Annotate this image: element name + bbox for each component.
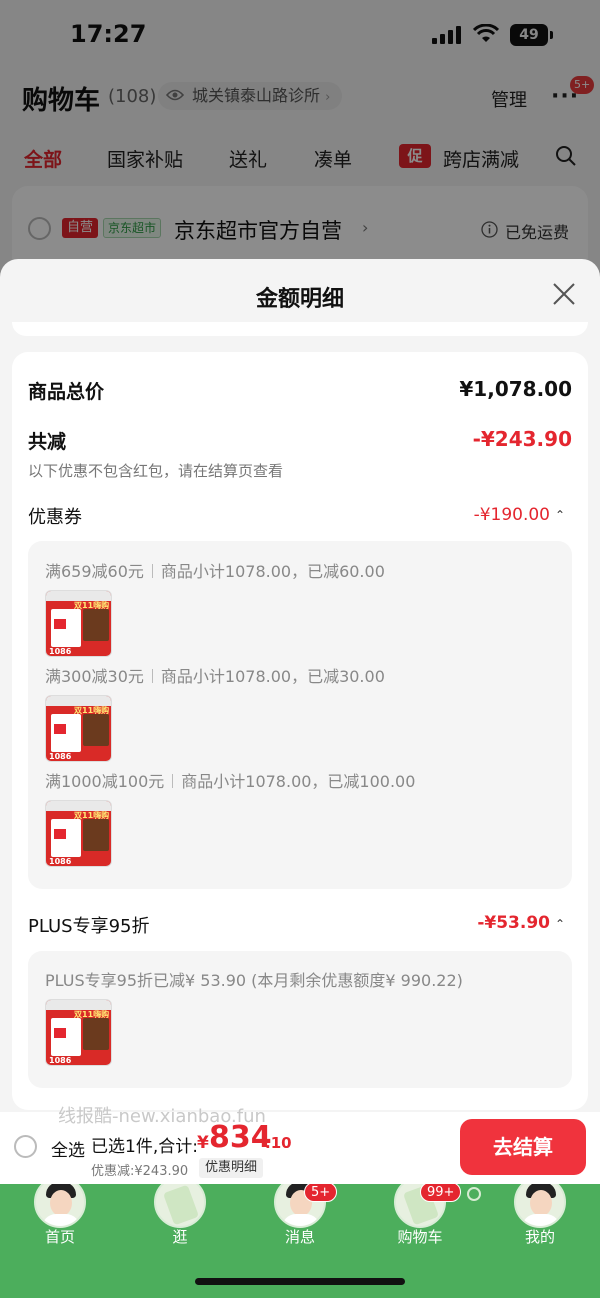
total-decimal: .10 bbox=[265, 1134, 292, 1152]
total-amount: 834 bbox=[209, 1120, 272, 1155]
sheet-title: 金额明细 bbox=[255, 287, 344, 312]
plus-detail: PLUS专享95折已减¥ 53.90 (本月剩余优惠额度¥ 990.22) bbox=[45, 971, 463, 990]
coupon-rule: 满1000减100元 bbox=[45, 772, 165, 791]
discount-detail-button[interactable]: 优惠明细 bbox=[199, 1158, 264, 1178]
select-all-label[interactable]: 全选 bbox=[51, 1136, 85, 1161]
coupon-rule: 满300减30元 bbox=[45, 667, 144, 686]
coupon-value[interactable]: -¥190.00 bbox=[400, 505, 550, 525]
plus-value[interactable]: -¥53.90 bbox=[400, 913, 550, 933]
nav-label: 我的 bbox=[524, 1228, 555, 1246]
coupon-row: 满1000减100元 商品小计1078.00，已减100.00 bbox=[45, 768, 415, 792]
nav-messages[interactable]: 消息 5+ bbox=[250, 1176, 350, 1256]
select-all-radio[interactable] bbox=[14, 1135, 37, 1158]
nav-cart[interactable]: 购物车 99+ bbox=[370, 1176, 470, 1256]
nav-browse[interactable]: 逛 bbox=[130, 1176, 230, 1256]
product-thumbnail[interactable]: 双11嗨购 1086 bbox=[45, 999, 112, 1066]
nav-label: 消息 bbox=[284, 1228, 315, 1246]
message-badge: 5+ bbox=[304, 1182, 338, 1202]
selected-info: 已选1件,合计: bbox=[91, 1137, 198, 1157]
nav-label: 逛 bbox=[172, 1228, 188, 1246]
reduce-note: 以下优惠不包含红包，请在结算页查看 bbox=[28, 462, 284, 480]
close-icon[interactable] bbox=[551, 281, 577, 307]
coupon-detail: 商品小计1078.00，已减30.00 bbox=[160, 667, 385, 686]
coupon-detail: 商品小计1078.00，已减100.00 bbox=[181, 772, 416, 791]
coupon-row: 满659减60元 商品小计1078.00，已减60.00 bbox=[45, 558, 385, 582]
coupon-detail: 商品小计1078.00，已减60.00 bbox=[160, 562, 385, 581]
total-price-value: ¥1,078.00 bbox=[459, 377, 572, 401]
reduce-label: 共减 bbox=[28, 431, 67, 453]
coupon-row: 满300减30元 商品小计1078.00，已减30.00 bbox=[45, 663, 385, 687]
discount-info: 优惠减:¥243.90 bbox=[91, 1164, 189, 1179]
caret-up-icon[interactable]: ⌃ bbox=[555, 508, 565, 522]
nav-label: 购物车 bbox=[397, 1228, 443, 1246]
caret-up-icon[interactable]: ⌃ bbox=[555, 917, 565, 931]
cart-badge: 99+ bbox=[420, 1182, 462, 1202]
home-indicator bbox=[195, 1278, 405, 1285]
nav-home[interactable]: 首页 bbox=[10, 1176, 110, 1256]
sheet-top-strip bbox=[12, 322, 588, 336]
total-price-label: 商品总价 bbox=[28, 381, 105, 403]
checkout-button[interactable]: 去结算 bbox=[460, 1119, 586, 1175]
product-thumbnail[interactable]: 双11嗨购 1086 bbox=[45, 800, 112, 867]
coupon-label: 优惠券 bbox=[28, 507, 82, 528]
reduce-value: -¥243.90 bbox=[472, 427, 572, 451]
plus-label: PLUS专享95折 bbox=[28, 916, 150, 937]
product-thumbnail[interactable]: 双11嗨购 1086 bbox=[45, 590, 112, 657]
nav-label: 首页 bbox=[44, 1228, 75, 1246]
product-thumbnail[interactable]: 双11嗨购 1086 bbox=[45, 695, 112, 762]
total-currency: ¥ bbox=[197, 1133, 209, 1153]
dot-indicator bbox=[467, 1187, 481, 1201]
coupon-rule: 满659减60元 bbox=[45, 562, 144, 581]
nav-profile[interactable]: 我的 bbox=[490, 1176, 590, 1256]
